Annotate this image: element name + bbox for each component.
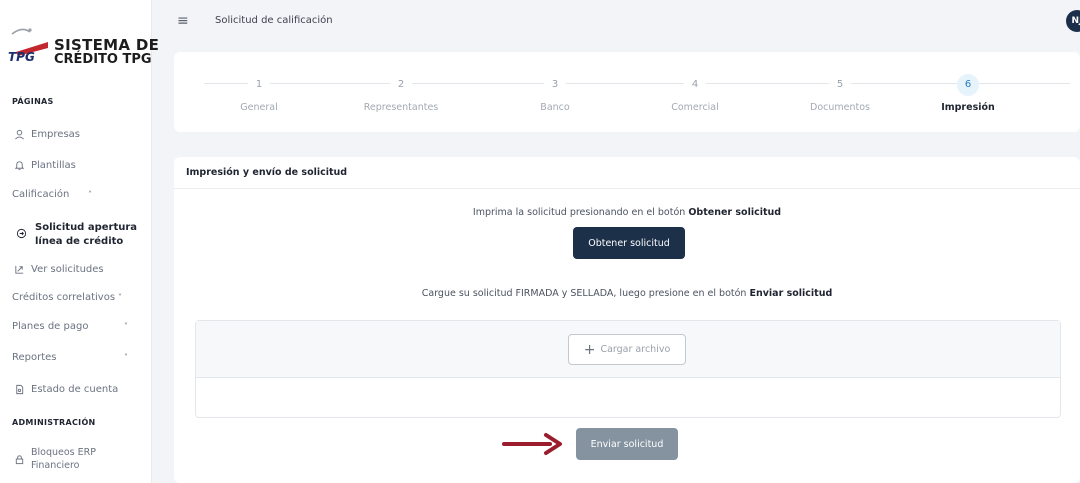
sidebar-item-creditos-correlativos[interactable]: Créditos correlativos ˅ <box>12 292 142 303</box>
document-arrow-icon <box>16 228 30 242</box>
instruction-bold: Enviar solicitud <box>749 288 833 299</box>
sidebar-item-label: Empresas <box>31 129 80 140</box>
instruction-bold: Obtener solicitud <box>688 207 782 218</box>
print-instruction: Imprima la solicitud presionando en el b… <box>174 207 1080 218</box>
sidebar-item-label: Calificación <box>12 189 70 200</box>
chevron-up-icon: ˄ <box>88 190 92 199</box>
bell-icon <box>12 160 26 171</box>
label-line2: Financiero <box>31 460 80 471</box>
sidebar-item-label: Solicitud apertura línea de crédito <box>35 221 137 249</box>
sidebar-item-empresas[interactable]: Empresas <box>12 129 142 140</box>
step-number: 5 <box>829 73 851 96</box>
step-comercial[interactable]: 4 Comercial <box>645 72 745 113</box>
chevron-down-icon: ˅ <box>124 353 128 362</box>
upload-toolbar: + Cargar archivo <box>196 321 1060 378</box>
app-logo[interactable]: TPG SISTEMA DE CRÉDITO TPG <box>8 22 159 72</box>
top-header: ≡ Solicitud de calificación NJ <box>152 0 1080 44</box>
sidebar-item-solicitud-apertura[interactable]: Solicitud apertura línea de crédito <box>16 221 146 249</box>
step-label: Comercial <box>671 101 719 113</box>
instruction-text: Imprima la solicitud presionando en el b… <box>472 207 689 218</box>
sidebar-item-ver-solicitudes[interactable]: Ver solicitudes <box>12 264 142 275</box>
plus-icon: + <box>583 341 596 358</box>
upload-instruction: Cargue su solicitud FIRMADA y SELLADA, l… <box>174 288 1080 299</box>
step-label: Documentos <box>810 101 870 113</box>
logo-line2: CRÉDITO TPG <box>54 52 152 67</box>
sidebar-item-label: Planes de pago <box>12 321 89 332</box>
sidebar-item-label: Créditos correlativos <box>12 292 116 303</box>
upload-button-label: Cargar archivo <box>600 344 671 355</box>
section-title-pages: PÁGINAS <box>12 97 54 106</box>
step-number: 6 <box>957 73 979 96</box>
step-number: 2 <box>390 73 412 96</box>
step-number: 3 <box>544 73 566 96</box>
sidebar-item-label: Ver solicitudes <box>31 264 104 275</box>
step-representantes[interactable]: 2 Representantes <box>351 72 451 113</box>
user-icon <box>12 129 26 140</box>
chevron-down-icon: ˅ <box>118 293 123 302</box>
avatar[interactable]: NJ <box>1066 10 1080 32</box>
step-impresion[interactable]: 6 Impresión <box>918 72 1018 113</box>
get-request-button[interactable]: Obtener solicitud <box>573 227 685 259</box>
section-title-admin: ADMINISTRACIÓN <box>12 418 96 427</box>
sidebar-item-label: Reportes <box>12 352 57 363</box>
sidebar: TPG SISTEMA DE CRÉDITO TPG PÁGINAS Empre… <box>0 0 159 483</box>
sidebar-item-estado-de-cuenta[interactable]: Estado de cuenta <box>12 384 142 395</box>
step-general[interactable]: 1 General <box>209 72 309 113</box>
arrow-right-icon <box>502 433 562 455</box>
share-icon <box>12 264 26 275</box>
file-icon <box>12 384 26 395</box>
step-banco[interactable]: 3 Banco <box>505 72 605 113</box>
page-title: Solicitud de calificación <box>215 15 333 26</box>
sidebar-item-bloqueos-erp[interactable]: Bloqueos ERP Financiero <box>12 446 142 472</box>
lock-icon <box>12 454 26 465</box>
card-title: Impresión y envío de solicitud <box>186 167 348 178</box>
step-label: Banco <box>540 101 570 113</box>
instruction-text: Cargue su solicitud FIRMADA y SELLADA, l… <box>421 288 750 299</box>
stepper: 1 General 2 Representantes 3 Banco 4 Com… <box>174 52 1080 132</box>
print-send-card: Impresión y envío de solicitud Imprima l… <box>174 157 1080 483</box>
label-line1: Bloqueos ERP <box>31 447 96 458</box>
sidebar-item-calificacion[interactable]: Calificación ˄ <box>12 189 142 200</box>
sidebar-item-plantillas[interactable]: Plantillas <box>12 160 142 171</box>
sidebar-item-label: Plantillas <box>31 160 76 171</box>
logo-mark: TPG <box>8 50 35 64</box>
upload-file-button[interactable]: + Cargar archivo <box>568 334 686 365</box>
send-request-button[interactable]: Enviar solicitud <box>576 428 678 460</box>
step-label: General <box>240 101 278 113</box>
upload-dropzone[interactable]: + Cargar archivo <box>195 320 1061 418</box>
sidebar-item-label: Estado de cuenta <box>31 384 119 395</box>
sidebar-item-label: Bloqueos ERP Financiero <box>31 446 96 472</box>
card-header: Impresión y envío de solicitud <box>174 157 1080 189</box>
sidebar-item-planes-de-pago[interactable]: Planes de pago ˅ <box>12 321 142 332</box>
hamburger-menu-icon[interactable]: ≡ <box>177 13 189 29</box>
sidebar-item-reportes[interactable]: Reportes ˅ <box>12 352 142 363</box>
label-line1: Solicitud apertura <box>35 222 138 233</box>
step-number: 4 <box>684 73 706 96</box>
label-line2: línea de crédito <box>35 236 124 247</box>
step-number: 1 <box>248 73 270 96</box>
step-label: Representantes <box>363 101 439 113</box>
step-label: Impresión <box>941 101 995 113</box>
step-documentos[interactable]: 5 Documentos <box>790 72 890 113</box>
chevron-down-icon: ˅ <box>124 322 128 331</box>
